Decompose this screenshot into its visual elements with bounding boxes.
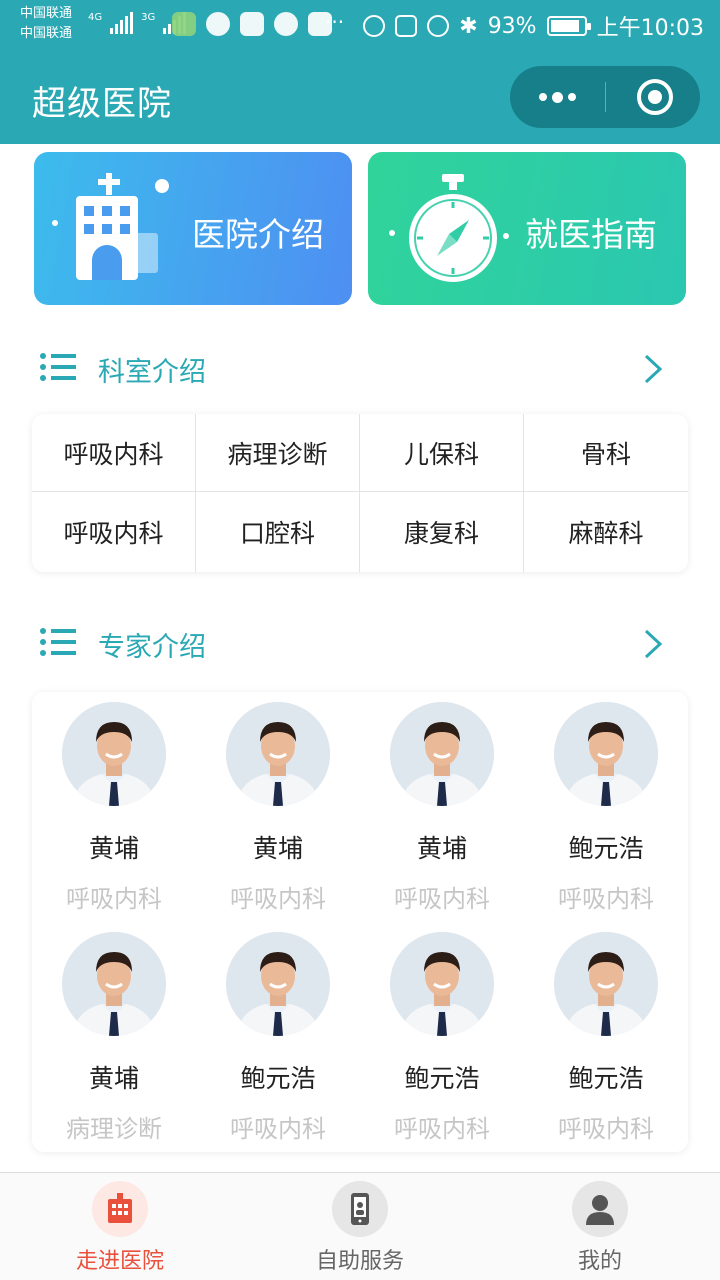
expert-name: 黄埔 [88, 834, 139, 863]
department-item[interactable]: 康复科 [360, 492, 524, 572]
department-item[interactable]: 儿保科 [360, 414, 524, 492]
tab-label: 自助服务 [315, 1249, 404, 1274]
expert-name: 鲍元浩 [568, 834, 644, 863]
expert-name: 黄埔 [416, 834, 467, 863]
list-icon [40, 628, 76, 656]
alarm-icon [427, 15, 450, 37]
notification-icons [172, 12, 332, 36]
expert-department: 病理诊断 [66, 1115, 162, 1143]
bluetooth-icon: ✱ [459, 13, 478, 39]
expert-department: 呼吸内科 [394, 885, 490, 913]
search-app-icon [240, 12, 264, 36]
department-grid: 呼吸内科 病理诊断 儿保科 骨科 呼吸内科 口腔科 康复科 麻醉科 [32, 414, 688, 572]
user-icon [572, 1181, 628, 1237]
expert-item[interactable]: 黄埔 呼吸内科 [360, 692, 524, 922]
app-notification-icon [172, 12, 196, 36]
carrier-2: 中国联通 [20, 26, 73, 41]
expert-name: 鲍元浩 [568, 1064, 644, 1093]
expert-item[interactable]: 鲍元浩 呼吸内科 [524, 692, 688, 922]
clock: 上午10:03 [596, 16, 704, 41]
departments-title: 科室介绍 [98, 357, 206, 388]
nfc-icon [395, 15, 418, 37]
department-item[interactable]: 骨科 [524, 414, 688, 492]
tab-label: 我的 [577, 1249, 622, 1274]
medical-guide-label: 就医指南 [525, 215, 657, 254]
experts-title: 专家介绍 [98, 632, 206, 663]
eye-icon [363, 15, 386, 37]
department-item[interactable]: 呼吸内科 [32, 414, 196, 492]
chat-bubble-icon [206, 12, 230, 36]
doctor-avatar [554, 932, 658, 1036]
expert-name: 鲍元浩 [404, 1064, 480, 1093]
expert-name: 黄埔 [252, 834, 303, 863]
tab-label: 走进医院 [75, 1249, 164, 1274]
chevron-right-icon[interactable] [640, 629, 666, 659]
department-item[interactable]: 口腔科 [196, 492, 360, 572]
status-bar: 中国联通 中国联通 4G 3G ··· ✱ 93% 上午10:03 [0, 0, 720, 50]
nav-bar: 超级医院 [0, 50, 720, 144]
tab-profile[interactable]: 我的 [480, 1173, 720, 1280]
expert-department: 呼吸内科 [230, 885, 326, 913]
tab-bar: 走进医院 自助服务 我的 [0, 1172, 720, 1280]
expert-item[interactable]: 鲍元浩 呼吸内科 [360, 922, 524, 1152]
phone-icon [332, 1181, 388, 1237]
system-status: ✱ 93% 上午10:03 [363, 10, 704, 42]
expert-grid: 黄埔 呼吸内科 黄埔 呼吸内科 黄埔 呼吸内科 鲍元浩 呼吸内科 黄埔 病理诊断… [32, 692, 688, 1152]
doctor-avatar [62, 702, 166, 806]
page-title: 超级医院 [32, 84, 172, 124]
expert-name: 黄埔 [88, 1064, 139, 1093]
carrier-1: 中国联通 [20, 6, 73, 21]
expert-name: 鲍元浩 [240, 1064, 316, 1093]
experts-header[interactable]: 专家介绍 [34, 617, 686, 667]
doctor-avatar [390, 702, 494, 806]
parking-icon [274, 12, 298, 36]
department-item[interactable]: 病理诊断 [196, 414, 360, 492]
expert-department: 呼吸内科 [558, 885, 654, 913]
department-grid-card: 呼吸内科 病理诊断 儿保科 骨科 呼吸内科 口腔科 康复科 麻醉科 [32, 414, 688, 572]
doctor-avatar [62, 932, 166, 1036]
hospital-intro-card[interactable]: 医院介绍 [34, 152, 352, 305]
tab-hospital[interactable]: 走进医院 [0, 1173, 240, 1280]
department-item[interactable]: 麻醉科 [524, 492, 688, 572]
expert-item[interactable]: 黄埔 病理诊断 [32, 922, 196, 1152]
mini-program-capsule [510, 66, 700, 128]
doctor-avatar [390, 932, 494, 1036]
expert-department: 呼吸内科 [558, 1115, 654, 1143]
carrier-info: 中国联通 中国联通 [20, 4, 72, 44]
doctor-avatar [554, 702, 658, 806]
battery-icon [546, 16, 591, 36]
departments-header[interactable]: 科室介绍 [34, 342, 686, 392]
medical-guide-card[interactable]: 就医指南 [368, 152, 686, 305]
capsule-divider [605, 82, 606, 112]
battery-percent: 93% [487, 13, 537, 39]
signal-bars-icon [110, 12, 134, 34]
list-icon [40, 353, 76, 381]
network-type-1: 4G [88, 12, 103, 23]
network-type-2: 3G [141, 12, 156, 23]
expert-department: 呼吸内科 [394, 1115, 490, 1143]
more-dots-icon[interactable] [510, 66, 604, 128]
compass-stopwatch-icon [389, 174, 509, 282]
hospital-icon [92, 1181, 148, 1237]
department-item[interactable]: 呼吸内科 [32, 492, 196, 572]
doctor-avatar [226, 932, 330, 1036]
doctor-avatar [226, 702, 330, 806]
expert-department: 呼吸内科 [66, 885, 162, 913]
expert-item[interactable]: 鲍元浩 呼吸内科 [524, 922, 688, 1152]
hospital-building-icon [52, 173, 169, 280]
expert-item[interactable]: 黄埔 呼吸内科 [32, 692, 196, 922]
expert-grid-card: 黄埔 呼吸内科 黄埔 呼吸内科 黄埔 呼吸内科 鲍元浩 呼吸内科 黄埔 病理诊断… [32, 692, 688, 1152]
expert-item[interactable]: 黄埔 呼吸内科 [196, 692, 360, 922]
target-icon[interactable] [637, 79, 673, 115]
more-notifications: ··· [325, 10, 345, 34]
hospital-intro-label: 医院介绍 [192, 215, 324, 254]
tab-self-service[interactable]: 自助服务 [240, 1173, 480, 1280]
chevron-right-icon[interactable] [640, 354, 666, 384]
expert-item[interactable]: 鲍元浩 呼吸内科 [196, 922, 360, 1152]
expert-department: 呼吸内科 [230, 1115, 326, 1143]
